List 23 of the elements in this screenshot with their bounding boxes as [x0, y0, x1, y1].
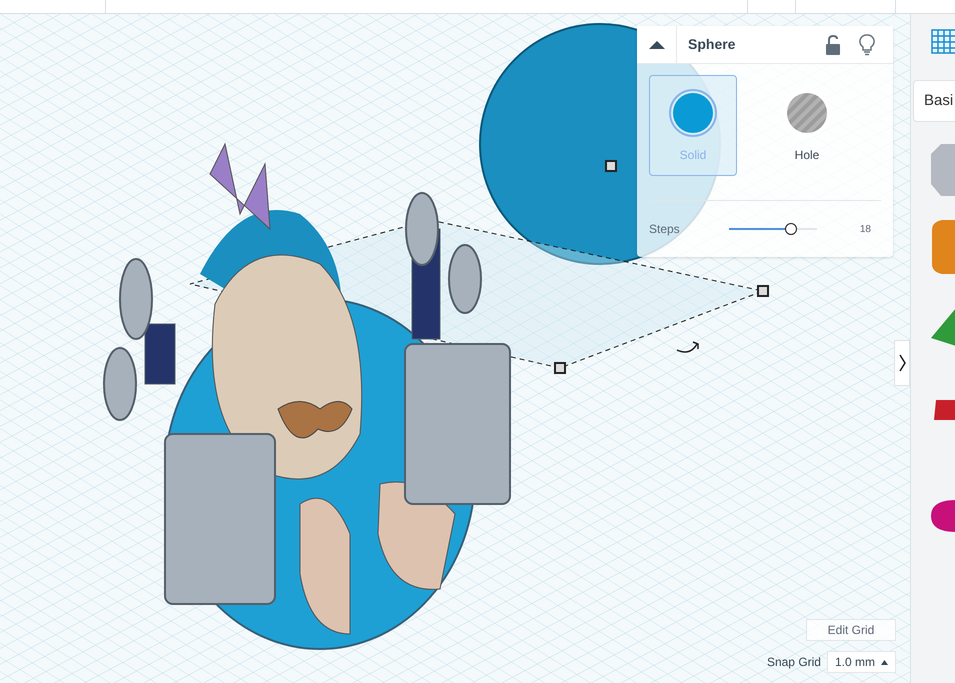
- snap-grid-dropdown[interactable]: 1.0 mm: [826, 651, 896, 673]
- slider-thumb[interactable]: [785, 223, 798, 235]
- steps-slider[interactable]: [729, 222, 817, 236]
- snap-grid-label: Snap Grid: [766, 654, 821, 671]
- hole-swatch-icon: [782, 88, 832, 138]
- chevron-right-icon: [898, 354, 906, 372]
- caret-icon: [881, 660, 888, 664]
- unlock-icon[interactable]: [825, 34, 841, 54]
- edit-grid-button[interactable]: Edit Grid: [806, 619, 896, 641]
- model-drawing[interactable]: [103, 142, 511, 650]
- cylinder-shape-icon[interactable]: [932, 220, 955, 274]
- solid-swatch-icon: [668, 88, 718, 138]
- pyramid-shape-icon[interactable]: [931, 308, 955, 346]
- shape-type-option[interactable]: Hole: [763, 75, 851, 176]
- half-sphere-shape-icon[interactable]: [931, 500, 955, 532]
- rotate-handle-icon[interactable]: [676, 341, 699, 353]
- lightbulb-icon[interactable]: [859, 34, 875, 56]
- shape-name: Sphere: [688, 35, 736, 54]
- panel-toggle[interactable]: [894, 340, 910, 386]
- steps-value: 18: [860, 222, 871, 236]
- steps-label: Steps: [649, 221, 681, 238]
- workplane-icon[interactable]: [931, 28, 955, 54]
- caret-up-icon: [648, 40, 664, 48]
